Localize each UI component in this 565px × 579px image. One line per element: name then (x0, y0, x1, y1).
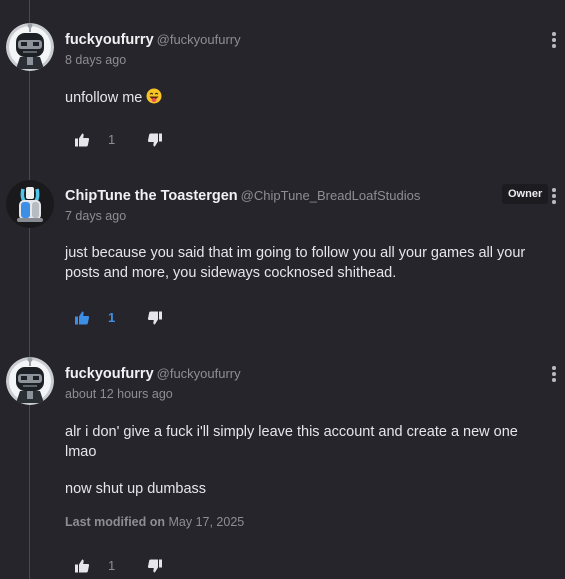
comment-text: just because you said that im going to f… (65, 245, 526, 281)
last-modified-date: May 17, 2025 (168, 515, 245, 529)
comment-body: just because you said that im going to f… (65, 243, 550, 283)
comment-text: now shut up dumbass (65, 481, 207, 497)
more-options-icon[interactable] (548, 365, 560, 383)
owner-badge: Owner (502, 184, 549, 204)
username[interactable]: fuckyoufurry (65, 366, 154, 382)
avatar[interactable] (6, 180, 54, 228)
thumbs-down-icon[interactable] (147, 310, 163, 326)
avatar[interactable] (6, 357, 54, 405)
more-options-icon[interactable] (548, 187, 560, 205)
like-count: 1 (108, 558, 116, 573)
timestamp[interactable]: 8 days ago (65, 53, 126, 67)
robot-avatar-icon (6, 23, 54, 71)
last-modified: Last modified on May 17, 2025 (65, 515, 244, 529)
comment-body: alr i don' give a fuck i'll simply leave… (65, 422, 550, 462)
thumbs-down-icon[interactable] (147, 558, 163, 574)
avatar[interactable] (6, 23, 54, 71)
thread-line (29, 0, 30, 579)
grinning-face-with-tongue-icon (146, 88, 162, 104)
comment-text: alr i don' give a fuck i'll simply leave… (65, 424, 518, 460)
robot-avatar-icon (6, 357, 54, 405)
thumbs-up-icon[interactable] (74, 310, 90, 326)
more-options-icon[interactable] (548, 31, 560, 49)
username[interactable]: ChipTune the Toastergen (65, 188, 238, 204)
user-handle[interactable]: @fuckyoufurry (157, 366, 241, 381)
last-modified-label: Last modified on (65, 515, 165, 529)
comment-body: unfollow me (65, 88, 550, 108)
comment-text: unfollow me (65, 90, 143, 106)
username[interactable]: fuckyoufurry (65, 32, 154, 48)
like-count: 1 (108, 310, 116, 325)
thumbs-up-icon[interactable] (74, 132, 90, 148)
user-handle[interactable]: @ChipTune_BreadLoafStudios (241, 188, 421, 203)
user-handle[interactable]: @fuckyoufurry (157, 32, 241, 47)
timestamp[interactable]: about 12 hours ago (65, 387, 173, 401)
like-count: 1 (108, 132, 116, 147)
comment-body-paragraph-2: now shut up dumbass (65, 479, 550, 499)
timestamp[interactable]: 7 days ago (65, 209, 126, 223)
thumbs-up-icon[interactable] (74, 558, 90, 574)
thumbs-down-icon[interactable] (147, 132, 163, 148)
toaster-avatar-icon (6, 180, 54, 228)
